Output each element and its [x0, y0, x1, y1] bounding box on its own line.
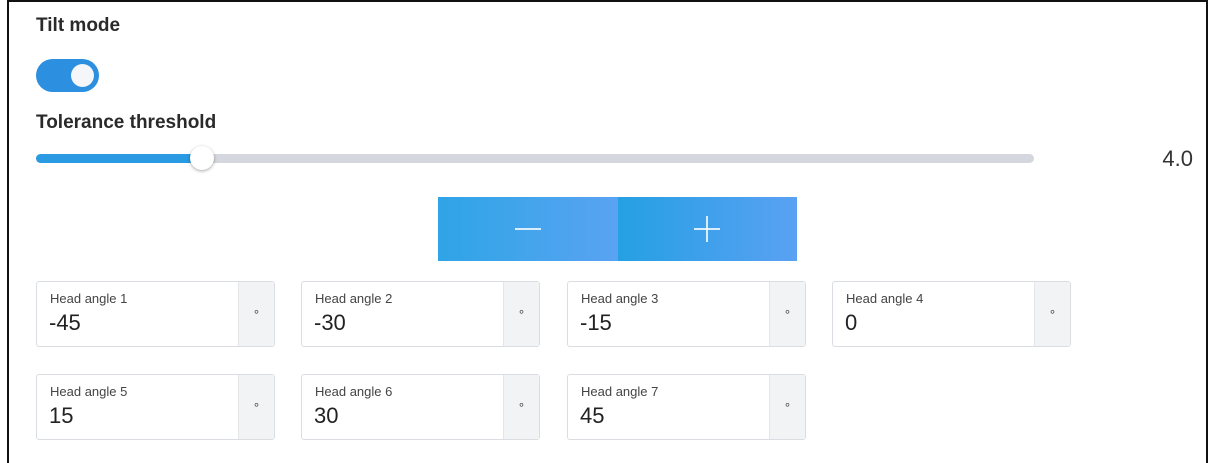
field-value[interactable]: 30 [314, 403, 338, 429]
tilt-mode-label: Tilt mode [36, 15, 121, 36]
field-value[interactable]: 0 [845, 310, 857, 336]
field-value[interactable]: -45 [49, 310, 81, 336]
field-label: Head angle 1 [50, 291, 128, 306]
head-angle-6-input[interactable]: Head angle 6 30 [302, 375, 503, 439]
slider-fill [36, 154, 202, 163]
tilt-mode-toggle[interactable] [36, 59, 99, 92]
head-angle-1-field[interactable]: Head angle 1 -45 ° [36, 281, 275, 347]
field-label: Head angle 2 [315, 291, 393, 306]
tolerance-stepper [438, 197, 797, 261]
degree-unit: ° [503, 375, 539, 439]
degree-unit: ° [1034, 282, 1070, 346]
head-angle-1-input[interactable]: Head angle 1 -45 [37, 282, 238, 346]
head-angle-4-input[interactable]: Head angle 4 0 [833, 282, 1034, 346]
decrement-button[interactable] [438, 197, 618, 261]
plus-icon [694, 216, 721, 242]
toggle-knob [71, 64, 94, 87]
field-label: Head angle 6 [315, 384, 393, 399]
field-label: Head angle 3 [581, 291, 659, 306]
field-label: Head angle 5 [50, 384, 128, 399]
head-angle-7-field[interactable]: Head angle 7 45 ° [567, 374, 806, 440]
head-angle-6-field[interactable]: Head angle 6 30 ° [301, 374, 540, 440]
field-value[interactable]: 15 [49, 403, 73, 429]
head-angle-7-input[interactable]: Head angle 7 45 [568, 375, 769, 439]
increment-button[interactable] [617, 197, 797, 261]
head-angle-2-input[interactable]: Head angle 2 -30 [302, 282, 503, 346]
head-angle-5-input[interactable]: Head angle 5 15 [37, 375, 238, 439]
degree-unit: ° [769, 282, 805, 346]
field-value[interactable]: -15 [580, 310, 612, 336]
field-value[interactable]: 45 [580, 403, 604, 429]
degree-unit: ° [769, 375, 805, 439]
field-label: Head angle 7 [581, 384, 659, 399]
degree-unit: ° [238, 375, 274, 439]
head-angle-5-field[interactable]: Head angle 5 15 ° [36, 374, 275, 440]
tolerance-value: 4.0 [1162, 146, 1193, 171]
head-angle-4-field[interactable]: Head angle 4 0 ° [832, 281, 1071, 347]
slider-thumb[interactable] [189, 146, 214, 170]
degree-unit: ° [503, 282, 539, 346]
head-angle-3-field[interactable]: Head angle 3 -15 ° [567, 281, 806, 347]
head-angle-3-input[interactable]: Head angle 3 -15 [568, 282, 769, 346]
field-value[interactable]: -30 [314, 310, 346, 336]
head-angle-2-field[interactable]: Head angle 2 -30 ° [301, 281, 540, 347]
tolerance-threshold-label: Tolerance threshold [36, 112, 217, 133]
minus-icon [514, 228, 541, 230]
tolerance-slider[interactable] [36, 146, 1034, 170]
degree-unit: ° [238, 282, 274, 346]
field-label: Head angle 4 [846, 291, 924, 306]
